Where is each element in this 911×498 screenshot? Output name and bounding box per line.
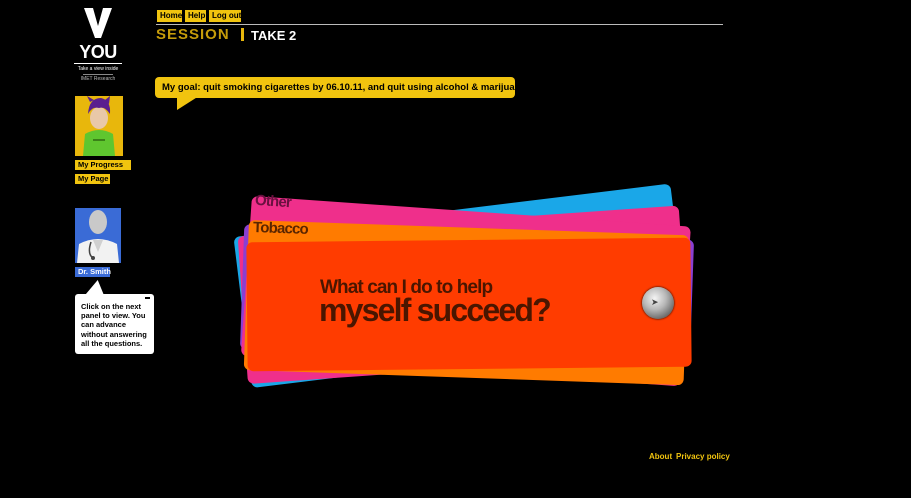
- arrow-right-icon: ➤: [651, 298, 659, 308]
- panel-stack: Other Tobacco What can I do to help myse…: [0, 0, 911, 498]
- page-root: YOU Take a view inside IMET Research My …: [0, 0, 911, 498]
- question-line-2: myself succeed?: [319, 292, 552, 328]
- panel-tobacco-label[interactable]: Tobacco: [253, 219, 309, 238]
- privacy-policy-link[interactable]: Privacy policy: [676, 452, 730, 462]
- about-link[interactable]: About: [649, 452, 672, 462]
- panel-other-label[interactable]: Other: [254, 192, 291, 211]
- advance-button[interactable]: ➤: [642, 287, 674, 319]
